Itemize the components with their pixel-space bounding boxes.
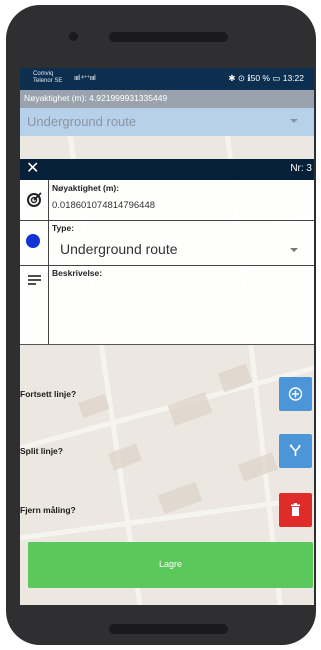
description-input[interactable] xyxy=(50,281,312,343)
camera-dot xyxy=(69,32,78,41)
type-select-value: Underground route xyxy=(60,241,178,257)
close-icon[interactable]: ✕ xyxy=(26,160,39,178)
save-button-label: Lagre xyxy=(158,559,183,569)
chevron-down-icon xyxy=(290,248,298,252)
accuracy-bar: Nøyaktighet (m): 4.921999931335449 xyxy=(20,90,314,108)
remove-measurement-row: Fjern måling? xyxy=(20,493,314,527)
split-line-label: Split linje? xyxy=(20,446,63,456)
signal-icon: ıııl ⁴⁺⁺ıııl xyxy=(74,75,96,82)
bottom-grille xyxy=(109,624,228,634)
phone-frame: Comviq Telenor SE ıııl ⁴⁺⁺ıııl ✱ ⊙ ℹ50 %… xyxy=(6,5,316,645)
app-screen: Comviq Telenor SE ıııl ⁴⁺⁺ıııl ✱ ⊙ ℹ50 %… xyxy=(20,68,314,605)
accuracy-row: Nøyaktighet (m): 0.018601074814796448 xyxy=(20,180,314,221)
route-type-value: Underground route xyxy=(27,114,137,129)
split-icon xyxy=(289,444,301,456)
target-icon xyxy=(27,192,42,207)
type-row: Type: Underground route xyxy=(20,220,314,266)
measurement-form: Nøyaktighet (m): 0.018601074814796448 Ty… xyxy=(20,180,314,345)
continue-line-row: Fortsett linje? xyxy=(20,377,314,411)
accuracy-value: 0.018601074814796448 xyxy=(52,200,156,211)
split-line-row: Split linje? xyxy=(20,434,314,468)
remove-measurement-label: Fjern måling? xyxy=(20,505,76,515)
status-bar: Comviq Telenor SE ıııl ⁴⁺⁺ıııl ✱ ⊙ ℹ50 %… xyxy=(20,68,314,90)
trash-icon xyxy=(291,503,300,516)
carrier-name: Comviq Telenor SE xyxy=(33,71,63,84)
measurement-number: Nr: 3 xyxy=(290,163,312,174)
continue-line-button[interactable] xyxy=(279,377,312,411)
description-row: Beskrivelse: xyxy=(20,265,314,344)
color-dot-icon xyxy=(26,234,40,248)
speaker-grille xyxy=(109,32,228,42)
accuracy-text: Nøyaktighet (m): 4.921999931335449 xyxy=(24,93,168,103)
continue-line-label: Fortsett linje? xyxy=(20,389,77,399)
accuracy-label: Nøyaktighet (m): xyxy=(52,183,120,193)
description-label: Beskrivelse: xyxy=(52,268,103,278)
panel-header: ✕ Nr: 3 xyxy=(20,159,314,180)
route-type-dropdown[interactable]: Underground route xyxy=(20,108,314,136)
notes-icon xyxy=(28,275,41,285)
save-button[interactable]: Lagre xyxy=(28,542,313,588)
type-label: Type: xyxy=(52,223,75,233)
status-right: ✱ ⊙ ℹ50 % ▭ 13:22 xyxy=(228,73,304,83)
chevron-down-icon xyxy=(290,119,298,123)
split-line-button[interactable] xyxy=(279,434,312,468)
add-circle-icon xyxy=(288,387,303,401)
remove-measurement-button[interactable] xyxy=(279,493,312,527)
